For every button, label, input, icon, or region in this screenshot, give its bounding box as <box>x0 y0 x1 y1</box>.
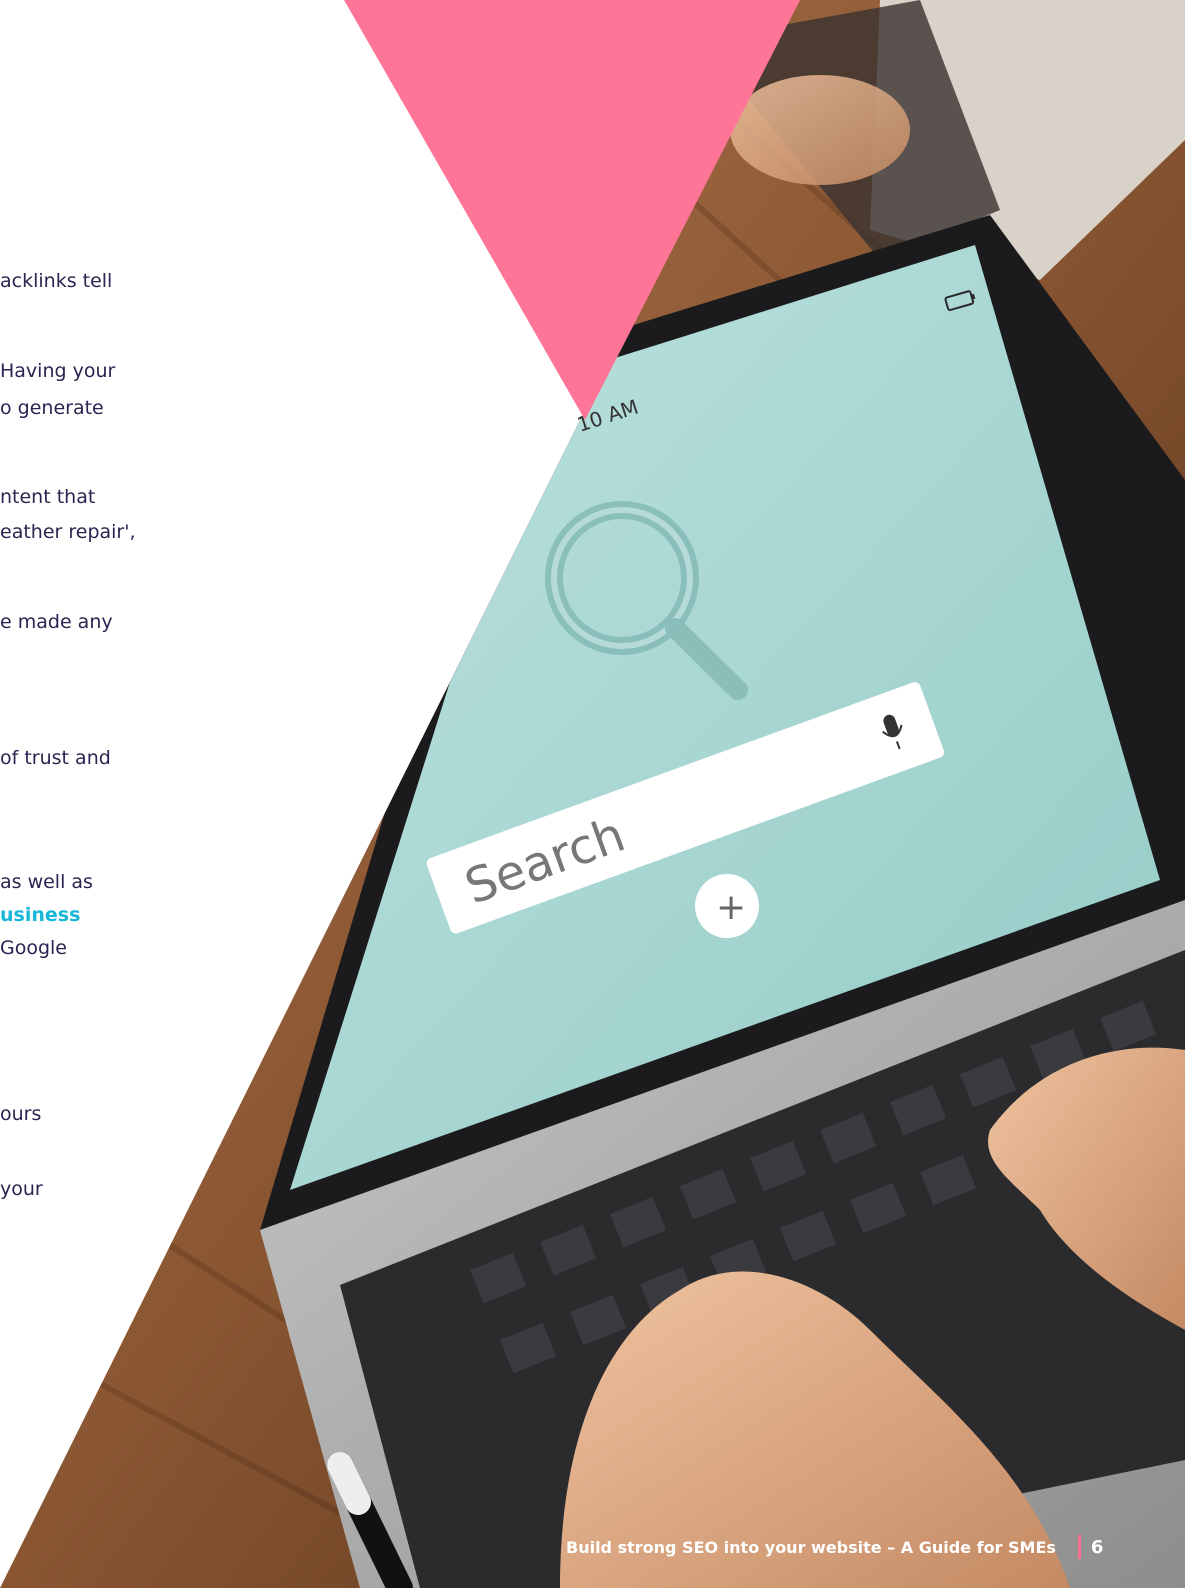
text-line-4: ntent that <box>0 486 96 508</box>
page-footer: Build strong SEO into your website – A G… <box>566 1530 1103 1564</box>
text-line-6: e made any <box>0 611 113 633</box>
text-line-1: acklinks tell <box>0 270 113 292</box>
footer-divider <box>1077 1535 1081 1559</box>
guide-page: Search + 10 AM acklinks tell Having your… <box>0 0 1185 1588</box>
text-line-8: as well as <box>0 871 93 893</box>
text-line-12: your <box>0 1178 43 1200</box>
text-line-7: of trust and <box>0 747 111 769</box>
page-number: 6 <box>1090 1536 1104 1558</box>
text-line-2: Having your <box>0 360 116 382</box>
text-line-10: Google <box>0 937 68 959</box>
text-line-11: ours <box>0 1103 42 1125</box>
text-line-3: o generate <box>0 397 104 419</box>
text-line-5: eather repair', <box>0 521 136 543</box>
footer-title: Build strong SEO into your website – A G… <box>566 1537 1056 1557</box>
text-line-9-link[interactable]: usiness <box>0 902 80 928</box>
body-text-column: acklinks tell Having your o generate nte… <box>0 0 600 1588</box>
